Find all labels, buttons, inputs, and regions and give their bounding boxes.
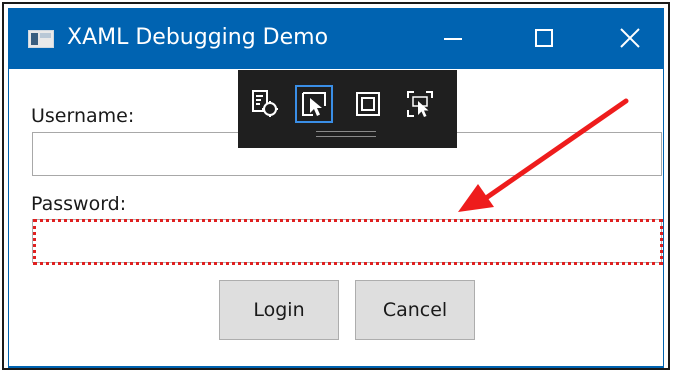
password-label: Password:	[31, 193, 127, 215]
live-visual-tree-icon	[252, 90, 278, 117]
track-focus-button[interactable]	[401, 85, 439, 123]
display-adorners-button[interactable]	[349, 85, 387, 123]
close-button[interactable]	[589, 8, 665, 69]
track-focus-icon	[407, 91, 433, 117]
toolbar-grip[interactable]	[316, 131, 376, 137]
select-element-icon	[302, 92, 326, 116]
app-icon	[28, 30, 54, 48]
window-title: XAML Debugging Demo	[67, 25, 329, 50]
maximize-icon	[535, 29, 553, 47]
display-adorners-icon	[356, 92, 380, 116]
app-window: XAML Debugging Demo Username: Password: …	[8, 8, 664, 368]
title-bar[interactable]: XAML Debugging Demo	[9, 8, 663, 69]
username-label: Username:	[31, 105, 135, 127]
password-field[interactable]	[32, 219, 662, 263]
cancel-button[interactable]: Cancel	[355, 280, 475, 340]
login-button[interactable]: Login	[219, 280, 339, 340]
live-visual-tree-button[interactable]	[246, 85, 284, 123]
select-element-button[interactable]	[295, 85, 333, 123]
close-icon	[620, 28, 640, 48]
maximize-button[interactable]	[499, 8, 589, 69]
minimize-button[interactable]	[409, 8, 499, 69]
minimize-icon	[444, 38, 462, 40]
xaml-debug-toolbar	[238, 70, 457, 148]
